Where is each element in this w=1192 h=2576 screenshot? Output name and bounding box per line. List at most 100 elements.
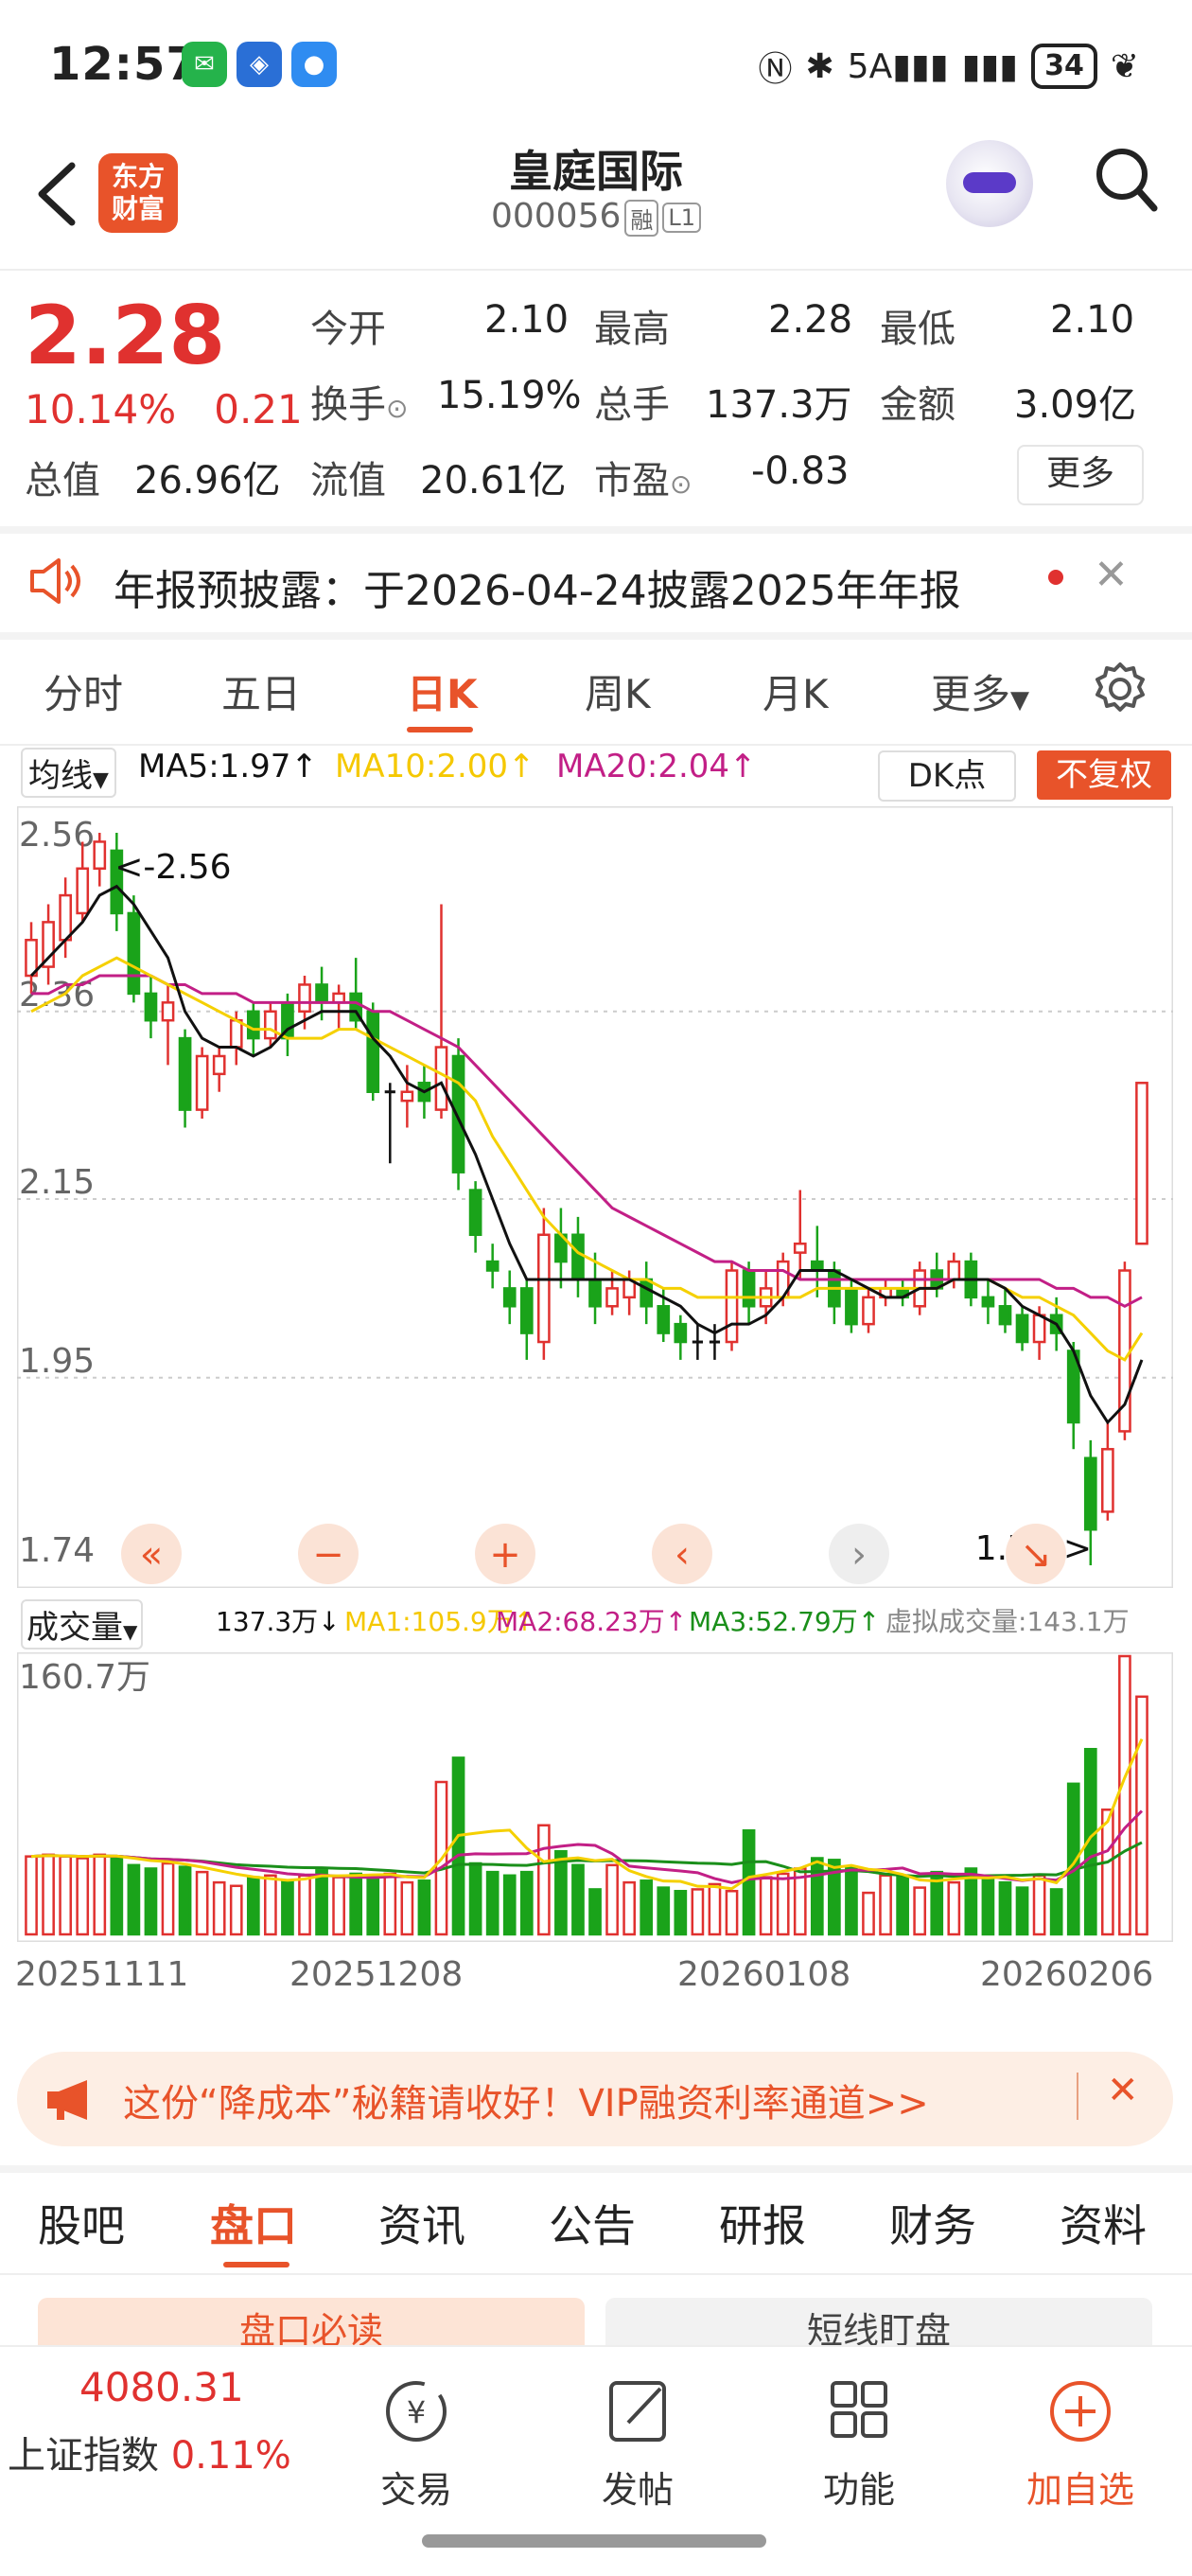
quote-label: 今开 <box>310 308 386 351</box>
candle-body <box>195 1054 209 1111</box>
volume-bar <box>1015 1886 1029 1936</box>
quote-label: 最高 <box>594 308 670 351</box>
candle-body <box>93 840 107 871</box>
volume-bar <box>485 1870 500 1936</box>
wechat-icon: ✉ <box>182 42 227 87</box>
tab-profile[interactable]: 资料 <box>1060 2192 1147 2254</box>
candle-body <box>519 1287 534 1334</box>
volume-bar <box>776 1872 790 1936</box>
volume-bar <box>862 1891 875 1936</box>
info-icon[interactable]: ⊙ <box>670 468 692 500</box>
nav-add-watchlist[interactable]: 加自选 <box>1005 2461 1156 2513</box>
candle-body <box>76 867 90 915</box>
divider <box>0 526 1192 534</box>
volume-bar <box>588 1888 602 1936</box>
volume-bar <box>417 1879 431 1936</box>
tab-five-day[interactable]: 五日 <box>221 662 301 720</box>
chart-frame <box>17 806 1173 1588</box>
tab-underline <box>223 2262 289 2267</box>
candle-body <box>502 1287 517 1308</box>
broker-app-icon: ◈ <box>237 42 282 87</box>
index-info[interactable]: 上证指数 0.11% <box>8 2425 291 2479</box>
volume-bar <box>332 1876 345 1936</box>
kline-chart[interactable]: 2.562.362.151.951.74<-2.561.74->«−+‹›↘ <box>17 806 1173 1588</box>
nav-post[interactable]: 发帖 <box>562 2461 713 2513</box>
trade-icon[interactable]: ¥ <box>341 2373 492 2449</box>
date-label: 20251111 <box>15 1955 189 1994</box>
tab-daily-k[interactable]: 日K <box>407 662 478 720</box>
volume-bar <box>229 1884 243 1936</box>
volume-bar <box>400 1880 414 1936</box>
tab-more[interactable]: 更多▼ <box>931 662 1029 720</box>
quote-label: 总值 <box>25 459 100 503</box>
volume-bar <box>725 1890 739 1936</box>
quote-value: 2.10 <box>1050 298 1135 342</box>
tab-forum[interactable]: 股吧 <box>38 2192 125 2254</box>
signal-icon-2: ▮▮▮ <box>961 46 1019 86</box>
volume-bar <box>981 1878 995 1936</box>
divider <box>0 269 1192 271</box>
close-notice-icon[interactable]: ✕ <box>1094 551 1129 599</box>
nav-functions[interactable]: 功能 <box>783 2461 935 2513</box>
ad-text[interactable]: 这份“降成本”秘籍请收好！VIP融资利率通道>> <box>123 2073 929 2127</box>
megaphone-icon <box>47 2080 87 2120</box>
zoom-out-icon: − <box>312 1533 344 1577</box>
quote-label: 最低 <box>880 308 955 351</box>
quote-value: 26.96亿 <box>134 459 281 503</box>
y-tick-label: 1.95 <box>19 1342 95 1381</box>
home-indicator[interactable] <box>422 2534 766 2548</box>
ma-selector[interactable]: 均线▼ <box>21 748 116 798</box>
tab-weekly-k[interactable]: 周K <box>585 662 651 720</box>
candle-body <box>298 983 311 1014</box>
candle-body <box>725 1269 739 1344</box>
tab-finance[interactable]: 财务 <box>889 2192 976 2254</box>
volume-bar <box>59 1855 73 1936</box>
notice-text[interactable]: 年报预披露：于2026-04-24披露2025年年报 <box>114 556 961 617</box>
assistant-robot-icon[interactable] <box>946 140 1033 227</box>
volume-bar <box>246 1876 260 1936</box>
volume-chart[interactable]: 160.7万 <box>17 1652 1173 1942</box>
candle-body <box>640 1278 654 1308</box>
candle-body <box>845 1287 858 1326</box>
volume-bar <box>1118 1654 1131 1936</box>
volume-bar <box>879 1874 892 1936</box>
candle-body <box>657 1305 671 1334</box>
no-adjust-button[interactable]: 不复权 <box>1037 750 1171 800</box>
tab-intraday[interactable]: 分时 <box>44 662 123 720</box>
info-icon[interactable]: ⊙ <box>386 393 408 424</box>
tab-announcements[interactable]: 公告 <box>549 2192 636 2254</box>
post-icon[interactable] <box>562 2373 713 2449</box>
add-watchlist-icon[interactable] <box>1005 2373 1156 2449</box>
ma10-label: MA10:2.00↑ <box>335 748 535 785</box>
search-icon[interactable] <box>1094 142 1160 218</box>
volume-selector[interactable]: 成交量▼ <box>21 1599 144 1650</box>
tab-monthly-k[interactable]: 月K <box>763 662 829 720</box>
nav-trade[interactable]: 交易 <box>341 2461 492 2513</box>
volume-current: 137.3万↓ <box>216 1606 341 1637</box>
quote-value: 3.09亿 <box>1014 383 1137 427</box>
volume-bar <box>536 1824 551 1936</box>
status-indicators: Ⓝ ✱ 5A▮▮▮ ▮▮▮ 34 ❦ <box>758 42 1139 91</box>
functions-icon[interactable] <box>783 2373 935 2449</box>
tab-order-book[interactable]: 盘口 <box>210 2192 297 2254</box>
volume-bar <box>1049 1888 1063 1936</box>
ad-divider <box>1077 2073 1078 2120</box>
candle-body <box>178 1036 192 1111</box>
quote-label: 市盈⊙ <box>594 459 692 503</box>
candle-body <box>1032 1314 1046 1344</box>
more-button[interactable]: 更多 <box>1017 445 1144 505</box>
stock-code: 000056 <box>490 197 622 236</box>
index-value[interactable]: 4080.31 <box>79 2364 244 2410</box>
signal-icon: 5A▮▮▮ <box>847 46 949 86</box>
scroll-right-icon: › <box>851 1533 867 1577</box>
settings-gear-icon[interactable] <box>1090 659 1150 719</box>
volume-bar <box>845 1865 858 1936</box>
volume-bar <box>161 1861 175 1936</box>
volume-bar <box>708 1882 722 1936</box>
volume-bar <box>451 1756 465 1936</box>
dk-point-button[interactable]: DK点 <box>878 750 1016 802</box>
volume-bar <box>298 1874 311 1936</box>
close-ad-icon[interactable]: ✕ <box>1107 2069 1139 2112</box>
tab-research[interactable]: 研报 <box>719 2192 806 2254</box>
tab-news[interactable]: 资讯 <box>378 2192 465 2254</box>
